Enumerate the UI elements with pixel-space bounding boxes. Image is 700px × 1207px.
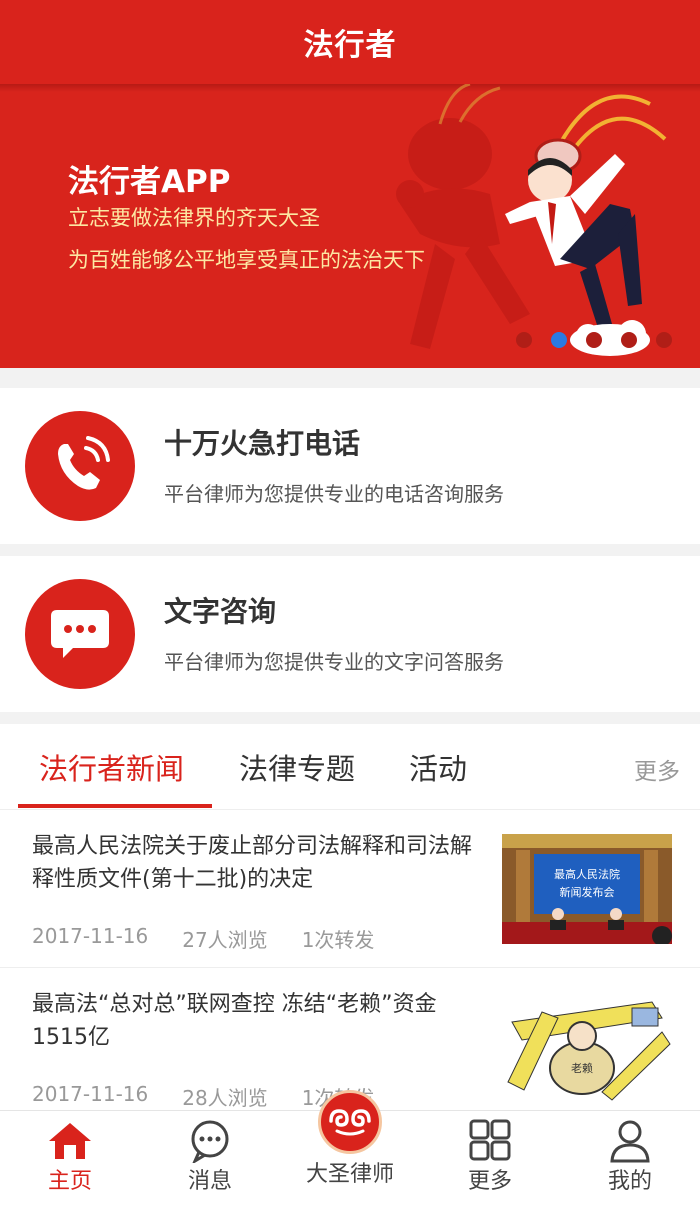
banner-slogan-2: 为百姓能够公平地享受真正的法治天下 xyxy=(68,248,425,272)
news-section: 法行者新闻 法律专题 活动 更多 最高人民法院关于废止部分司法解释和司法解释性质… xyxy=(0,724,700,1124)
news-date: 2017-11-16 xyxy=(32,1082,149,1106)
app-header: 法行者 xyxy=(0,0,700,84)
banner-title: 法行者APP xyxy=(68,164,231,200)
phone-icon xyxy=(25,411,135,521)
carousel-dot[interactable] xyxy=(586,332,602,348)
service-description: 平台律师为您提供专业的文字问答服务 xyxy=(164,650,504,674)
logo-icon xyxy=(329,1109,371,1136)
carousel-dot-active[interactable] xyxy=(551,332,567,348)
service-title: 十万火急打电话 xyxy=(164,427,361,460)
nav-more[interactable]: 更多 xyxy=(420,1111,560,1207)
nav-lawyer-button[interactable] xyxy=(318,1090,382,1154)
tab-activities[interactable]: 活动 xyxy=(409,746,467,788)
thumb-text: 老赖 xyxy=(571,1062,593,1075)
cartoon-thumbnail: 老赖 xyxy=(502,992,672,1102)
phone-consult-card[interactable]: 十万火急打电话 平台律师为您提供专业的电话咨询服务 xyxy=(0,388,700,544)
active-tab-underline xyxy=(18,804,212,808)
grid-icon xyxy=(469,1119,511,1161)
text-consult-card[interactable]: 文字咨询 平台律师为您提供专业的文字问答服务 xyxy=(0,556,700,712)
news-shares: 1次转发 xyxy=(301,928,375,952)
nav-label[interactable]: 大圣律师 xyxy=(280,1156,420,1188)
nav-home[interactable]: 主页 xyxy=(0,1111,140,1207)
carousel-dot[interactable] xyxy=(656,332,672,348)
more-link[interactable]: 更多 xyxy=(634,752,680,786)
news-views: 27人浏览 xyxy=(182,928,268,952)
app-screen: 法行者 法行者APP 立志要做法律界的齐天大圣 为百姓能够公平地享受真正的法治天… xyxy=(0,0,700,1207)
nav-label: 消息 xyxy=(187,1169,232,1194)
news-date: 2017-11-16 xyxy=(32,924,149,948)
nav-label: 主页 xyxy=(47,1169,92,1194)
nav-label: 我的 xyxy=(607,1169,652,1194)
home-icon xyxy=(49,1123,91,1159)
news-item[interactable]: 最高人民法院关于废止部分司法解释和司法解释性质文件(第十二批)的决定 2017-… xyxy=(0,810,700,968)
tab-news[interactable]: 法行者新闻 xyxy=(39,746,184,788)
nav-profile[interactable]: 我的 xyxy=(560,1111,700,1207)
service-description: 平台律师为您提供专业的电话咨询服务 xyxy=(164,482,504,506)
message-icon xyxy=(191,1120,229,1163)
monkey-king-illustration xyxy=(396,84,667,356)
tab-law-topics[interactable]: 法律专题 xyxy=(239,746,355,788)
press-conference-thumbnail: 最高人民法院 新闻发布会 xyxy=(502,834,672,944)
user-icon xyxy=(610,1120,650,1163)
page-title: 法行者 xyxy=(303,28,397,63)
nav-label: 更多 xyxy=(467,1169,512,1194)
nav-messages[interactable]: 消息 xyxy=(140,1111,280,1207)
banner-slogan-1: 立志要做法律界的齐天大圣 xyxy=(68,206,320,230)
news-title: 最高法“总对总”联网查控 冻结“老赖”资金1515亿 xyxy=(32,992,437,1050)
news-views: 28人浏览 xyxy=(182,1086,268,1110)
carousel-dot[interactable] xyxy=(621,332,637,348)
news-title: 最高人民法院关于废止部分司法解释和司法解释性质文件(第十二批)的决定 xyxy=(32,834,473,892)
chat-icon xyxy=(25,579,135,689)
carousel-indicator[interactable] xyxy=(516,332,672,348)
thumb-text-1: 最高人民法院 xyxy=(554,867,620,881)
carousel-dot[interactable] xyxy=(516,332,532,348)
service-title: 文字咨询 xyxy=(164,595,277,628)
thumb-text-2: 新闻发布会 xyxy=(560,885,615,899)
news-tabs: 法行者新闻 法律专题 活动 更多 xyxy=(0,724,700,810)
promo-banner[interactable]: 法行者APP 立志要做法律界的齐天大圣 为百姓能够公平地享受真正的法治天下 xyxy=(0,84,700,368)
news-meta: 2017-11-16 27人浏览 1次转发 xyxy=(32,924,374,953)
